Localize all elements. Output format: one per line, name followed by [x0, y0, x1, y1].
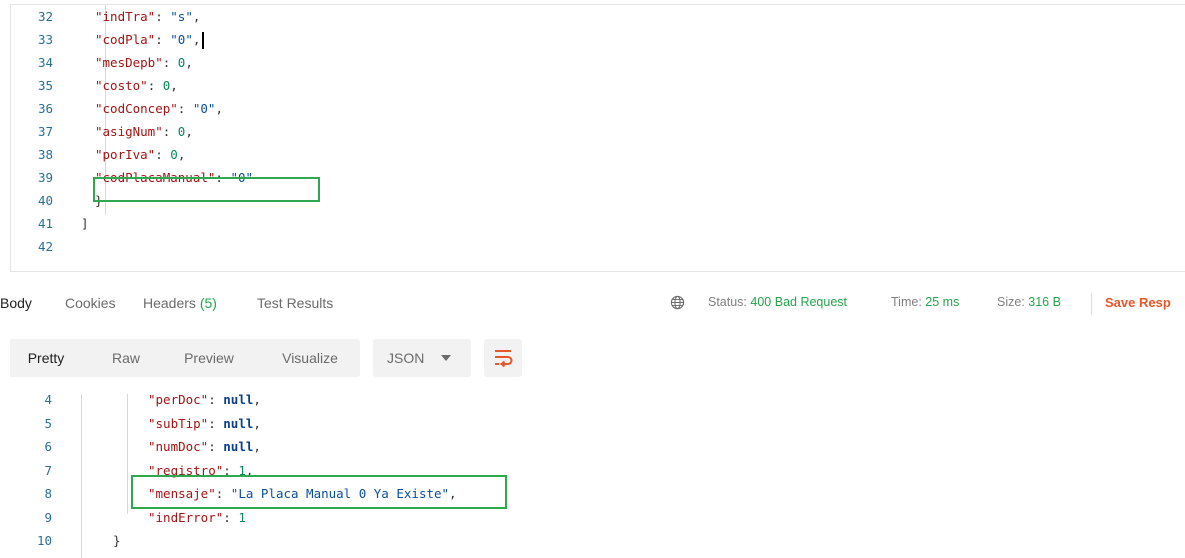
tab-cookies[interactable]: Cookies — [65, 295, 116, 311]
line-number: 37 — [37, 124, 53, 139]
code-text: "indTra": "s", — [95, 9, 201, 24]
save-response-button[interactable]: Save Resp — [1105, 295, 1171, 310]
line-number: 8 — [44, 486, 52, 501]
line-number: 32 — [37, 9, 53, 24]
code-text: "numDoc": null, — [148, 439, 261, 454]
globe-icon[interactable] — [670, 295, 685, 310]
line-number: 38 — [37, 147, 53, 162]
highlight-box — [131, 475, 507, 509]
code-line: 9 "indError": 1 — [0, 506, 1185, 530]
visualize-button[interactable]: Visualize — [268, 339, 352, 377]
code-text: "subTip": null, — [148, 415, 261, 431]
code-line: 4 "perDoc": null, — [0, 388, 1185, 412]
line-number: 40 — [37, 193, 53, 208]
line-number: 36 — [37, 101, 53, 116]
line-number: 9 — [44, 509, 52, 525]
raw-button[interactable]: Raw — [100, 339, 152, 377]
wrap-lines-button[interactable] — [484, 339, 522, 377]
tab-body[interactable]: Body — [0, 295, 32, 311]
line-number: 35 — [37, 78, 53, 93]
code-text: "costo": 0, — [95, 78, 178, 93]
code-line: 38 "porIva": 0, — [11, 143, 1185, 166]
headers-count: (5) — [199, 295, 217, 311]
code-line: 5 "subTip": null, — [0, 412, 1185, 436]
line-number: 34 — [37, 55, 53, 70]
code-line: 37 "asigNum": 0, — [11, 120, 1185, 143]
line-number: 39 — [37, 170, 53, 185]
preview-button[interactable]: Preview — [170, 339, 248, 377]
code-line: 41 ] — [11, 212, 1185, 235]
time-indicator[interactable]: Time: 25 ms — [891, 295, 959, 309]
chevron-down-icon — [441, 355, 451, 361]
code-line: 35 "costo": 0, — [11, 74, 1185, 97]
tab-headers[interactable]: Headers (5) — [143, 295, 217, 311]
line-number: 42 — [37, 239, 53, 254]
code-text: "codConcep": "0", — [95, 101, 223, 116]
format-dropdown[interactable]: JSON — [373, 339, 471, 377]
line-number: 5 — [44, 415, 52, 431]
view-mode-selector: Pretty Raw Preview Visualize — [10, 339, 360, 377]
response-tab-bar: Body Cookies Headers (5) Test Results St… — [0, 285, 1185, 323]
line-number: 4 — [44, 392, 52, 407]
request-body-editor[interactable]: 32 "indTra": "s", 33 "codPla": "0", 34 "… — [10, 4, 1185, 272]
line-number: 10 — [36, 533, 52, 548]
code-text: "indError": 1 — [148, 509, 246, 525]
line-number: 6 — [44, 439, 52, 454]
code-text: "perDoc": null, — [148, 392, 261, 407]
text-cursor — [202, 32, 205, 49]
tab-test-results[interactable]: Test Results — [257, 295, 333, 311]
code-text: "codPla": "0", — [95, 28, 205, 51]
status-value: 400 Bad Request — [750, 295, 848, 309]
code-text: "mesDepb": 0, — [95, 55, 193, 70]
format-label: JSON — [387, 350, 425, 366]
code-text: ] — [81, 216, 89, 231]
code-line: 42 — [11, 235, 1185, 258]
code-line: 32 "indTra": "s", — [11, 5, 1185, 28]
size-indicator[interactable]: Size: 316 B — [997, 295, 1061, 309]
line-number: 33 — [37, 32, 53, 47]
response-view-toolbar: Pretty Raw Preview Visualize JSON — [0, 330, 1185, 388]
code-line: 33 "codPla": "0", — [11, 28, 1185, 51]
response-body-viewer[interactable]: 4 "perDoc": null, 5 "subTip": null, 6 "n… — [0, 388, 1185, 558]
code-line: 34 "mesDepb": 0, — [11, 51, 1185, 74]
code-line: 10 } — [0, 529, 1185, 553]
status-indicator[interactable]: Status: 400 Bad Request — [708, 295, 847, 309]
wrap-lines-icon — [495, 350, 513, 368]
line-number: 7 — [44, 462, 52, 478]
highlight-box — [93, 177, 320, 202]
pretty-button[interactable]: Pretty — [10, 339, 82, 377]
code-line: 6 "numDoc": null, — [0, 435, 1185, 459]
divider — [1091, 293, 1092, 315]
code-text: "asigNum": 0, — [95, 124, 193, 139]
line-number: 41 — [37, 216, 53, 231]
code-line: 36 "codConcep": "0", — [11, 97, 1185, 120]
size-value: 316 B — [1028, 295, 1061, 309]
code-text: } — [113, 533, 121, 548]
time-value: 25 ms — [925, 295, 960, 309]
code-text: "porIva": 0, — [95, 147, 186, 162]
